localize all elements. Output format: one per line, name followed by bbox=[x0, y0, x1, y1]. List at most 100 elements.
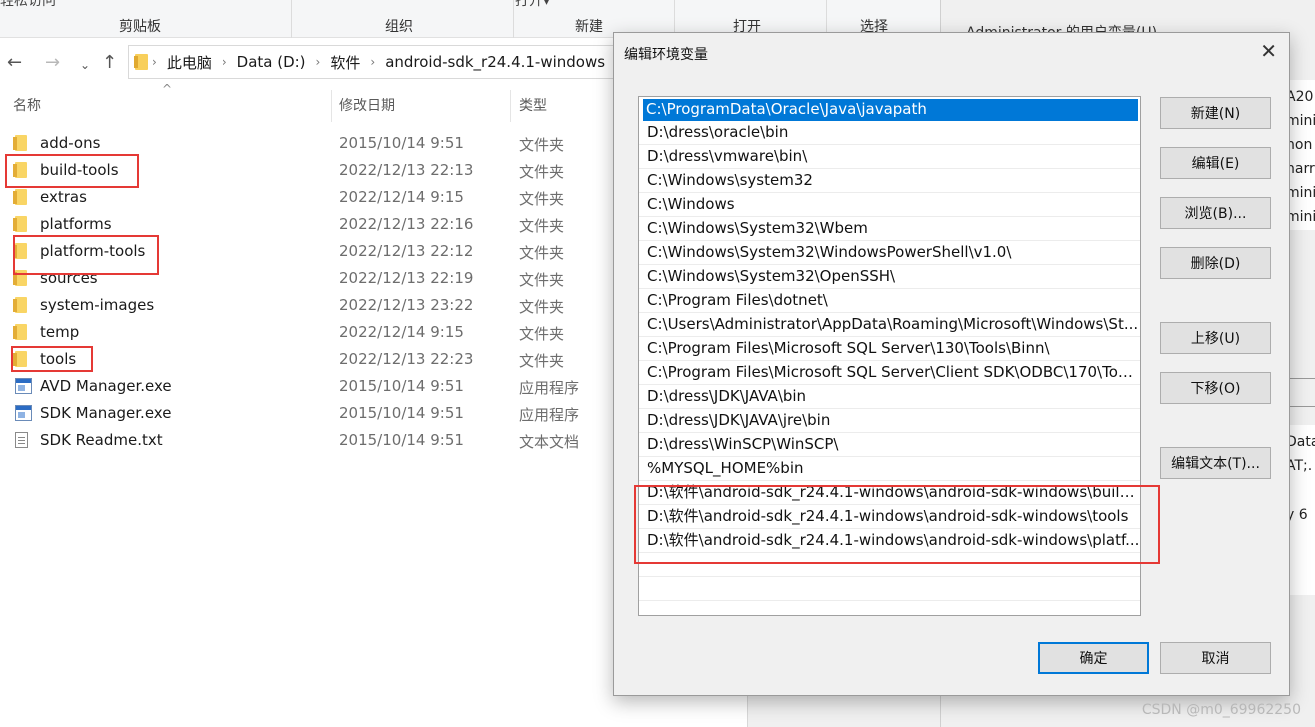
path-entry[interactable]: D:\dress\vmware\bin\ bbox=[639, 145, 1140, 169]
path-entry[interactable]: D:\dress\oracle\bin bbox=[639, 121, 1140, 145]
breadcrumb-data-drive[interactable]: Data (D:) bbox=[231, 53, 312, 71]
ok-button[interactable]: 确定 bbox=[1038, 642, 1149, 674]
folder-icon bbox=[13, 135, 27, 151]
file-row[interactable]: build-tools 2022/12/13 22:13 文件夹 bbox=[0, 157, 620, 184]
file-type: 文件夹 bbox=[519, 325, 565, 343]
column-header-name[interactable]: 名称 bbox=[13, 95, 41, 117]
file-list: add-ons 2015/10/14 9:51 文件夹 build-tools 2022… bbox=[0, 130, 620, 454]
file-type: 文件夹 bbox=[519, 136, 565, 154]
folder-icon bbox=[13, 216, 27, 232]
file-date: 2022/12/14 9:15 bbox=[339, 323, 464, 341]
ribbon-group-new: 新建 bbox=[575, 19, 603, 35]
file-row[interactable]: temp 2022/12/14 9:15 文件夹 bbox=[0, 319, 620, 346]
chevron-right-icon[interactable]: › bbox=[148, 55, 161, 69]
file-row[interactable]: tools 2022/12/13 22:23 文件夹 bbox=[0, 346, 620, 373]
file-row[interactable]: SDK Readme.txt 2015/10/14 9:51 文本文档 bbox=[0, 427, 620, 454]
file-name: tools bbox=[40, 350, 77, 368]
cancel-button[interactable]: 取消 bbox=[1160, 642, 1271, 674]
path-entry[interactable]: D:\dress\WinSCP\WinSCP\ bbox=[639, 433, 1140, 457]
variable-fragment: harr bbox=[1286, 161, 1315, 177]
breadcrumb-software[interactable]: 软件 bbox=[324, 52, 366, 73]
path-entry[interactable]: C:\Program Files\Microsoft SQL Server\Cl… bbox=[639, 361, 1140, 385]
ribbon-separator bbox=[513, 0, 514, 38]
chevron-right-icon[interactable]: › bbox=[218, 55, 231, 69]
file-name: AVD Manager.exe bbox=[40, 377, 172, 395]
browse-button[interactable]: 浏览(B)... bbox=[1160, 197, 1271, 229]
file-name: SDK Manager.exe bbox=[40, 404, 172, 422]
recent-dropdown-icon[interactable]: ⌄ bbox=[80, 58, 90, 72]
move-down-button[interactable]: 下移(O) bbox=[1160, 372, 1271, 404]
column-divider[interactable] bbox=[510, 90, 511, 122]
empty-row bbox=[639, 577, 1140, 601]
edit-env-variable-dialog: 编辑环境变量 ✕ C:\ProgramData\Oracle\Java\java… bbox=[613, 32, 1290, 696]
variable-fragment: A20 bbox=[1286, 89, 1314, 105]
path-entry[interactable]: D:\软件\android-sdk_r24.4.1-windows\androi… bbox=[639, 505, 1140, 529]
file-name: sources bbox=[40, 269, 98, 287]
edit-text-button[interactable]: 编辑文本(T)... bbox=[1160, 447, 1271, 479]
column-header-type[interactable]: 类型 bbox=[519, 95, 547, 117]
breadcrumb-this-pc[interactable]: 此电脑 bbox=[161, 52, 218, 73]
file-date: 2022/12/13 22:19 bbox=[339, 269, 474, 287]
path-entry[interactable]: D:\dress\JDK\JAVA\jre\bin bbox=[639, 409, 1140, 433]
file-row[interactable]: sources 2022/12/13 22:19 文件夹 bbox=[0, 265, 620, 292]
file-name: extras bbox=[40, 188, 87, 206]
folder-icon bbox=[13, 324, 27, 340]
file-date: 2022/12/13 22:23 bbox=[339, 350, 474, 368]
edit-button[interactable]: 编辑(E) bbox=[1160, 147, 1271, 179]
ribbon-separator bbox=[291, 0, 292, 38]
file-name: add-ons bbox=[40, 134, 101, 152]
forward-arrow-icon[interactable]: → bbox=[45, 52, 60, 73]
close-icon[interactable]: ✕ bbox=[1260, 41, 1277, 61]
new-button[interactable]: 新建(N) bbox=[1160, 97, 1271, 129]
file-row[interactable]: platforms 2022/12/13 22:16 文件夹 bbox=[0, 211, 620, 238]
txt-icon bbox=[15, 432, 28, 448]
path-entry[interactable]: C:\Windows bbox=[639, 193, 1140, 217]
path-entry[interactable]: D:\dress\JDK\JAVA\bin bbox=[639, 385, 1140, 409]
file-row[interactable]: add-ons 2015/10/14 9:51 文件夹 bbox=[0, 130, 620, 157]
delete-button[interactable]: 删除(D) bbox=[1160, 247, 1271, 279]
chevron-right-icon[interactable]: › bbox=[366, 55, 379, 69]
file-row[interactable]: platform-tools 2022/12/13 22:12 文件夹 bbox=[0, 238, 620, 265]
column-header-date[interactable]: 修改日期 bbox=[339, 95, 395, 117]
address-bar[interactable]: › 此电脑 › Data (D:) › 软件 › android-sdk_r24… bbox=[128, 45, 628, 79]
path-entry[interactable]: C:\Windows\System32\Wbem bbox=[639, 217, 1140, 241]
ribbon-group-clipboard: 剪贴板 bbox=[119, 19, 161, 35]
path-entry[interactable]: %MYSQL_HOME%bin bbox=[639, 457, 1140, 481]
ribbon-group-organize: 组织 bbox=[385, 19, 413, 35]
file-row[interactable]: AVD Manager.exe 2015/10/14 9:51 应用程序 bbox=[0, 373, 620, 400]
column-divider[interactable] bbox=[331, 90, 332, 122]
file-date: 2015/10/14 9:51 bbox=[339, 404, 464, 422]
path-entry[interactable]: C:\Program Files\dotnet\ bbox=[639, 289, 1140, 313]
file-date: 2022/12/14 9:15 bbox=[339, 188, 464, 206]
file-type: 文件夹 bbox=[519, 163, 565, 181]
dialog-title: 编辑环境变量 bbox=[624, 47, 708, 63]
chevron-right-icon[interactable]: › bbox=[312, 55, 325, 69]
file-date: 2015/10/14 9:51 bbox=[339, 431, 464, 449]
path-entry[interactable]: C:\ProgramData\Oracle\Java\javapath bbox=[643, 99, 1138, 121]
path-entry[interactable]: C:\Windows\System32\OpenSSH\ bbox=[639, 265, 1140, 289]
file-type: 应用程序 bbox=[519, 406, 580, 424]
move-up-button[interactable]: 上移(U) bbox=[1160, 322, 1271, 354]
path-entry[interactable]: C:\Windows\System32\WindowsPowerShell\v1… bbox=[639, 241, 1140, 265]
folder-icon bbox=[13, 243, 27, 259]
back-arrow-icon[interactable]: ← bbox=[7, 52, 22, 73]
breadcrumb-sdk-folder[interactable]: android-sdk_r24.4.1-windows bbox=[379, 53, 611, 71]
path-entry[interactable]: C:\Windows\system32 bbox=[639, 169, 1140, 193]
divider bbox=[1286, 378, 1315, 379]
folder-icon bbox=[13, 189, 27, 205]
path-list[interactable]: C:\ProgramData\Oracle\Java\javapath D:\dr… bbox=[638, 96, 1141, 616]
path-entry[interactable]: C:\Users\Administrator\AppData\Roaming\M… bbox=[639, 313, 1140, 337]
file-type: 文件夹 bbox=[519, 190, 565, 208]
up-arrow-icon[interactable]: ↑ bbox=[102, 52, 117, 73]
file-name: build-tools bbox=[40, 161, 119, 179]
file-row[interactable]: system-images 2022/12/13 23:22 文件夹 bbox=[0, 292, 620, 319]
file-date: 2022/12/13 22:12 bbox=[339, 242, 474, 260]
file-date: 2022/12/13 22:13 bbox=[339, 161, 474, 179]
file-type: 文本文档 bbox=[519, 433, 580, 451]
file-row[interactable]: SDK Manager.exe 2015/10/14 9:51 应用程序 bbox=[0, 400, 620, 427]
file-row[interactable]: extras 2022/12/14 9:15 文件夹 bbox=[0, 184, 620, 211]
path-entry[interactable]: D:\软件\android-sdk_r24.4.1-windows\androi… bbox=[639, 481, 1140, 505]
path-entry[interactable]: C:\Program Files\Microsoft SQL Server\13… bbox=[639, 337, 1140, 361]
file-name: system-images bbox=[40, 296, 155, 314]
path-entry[interactable]: D:\软件\android-sdk_r24.4.1-windows\androi… bbox=[639, 529, 1140, 553]
